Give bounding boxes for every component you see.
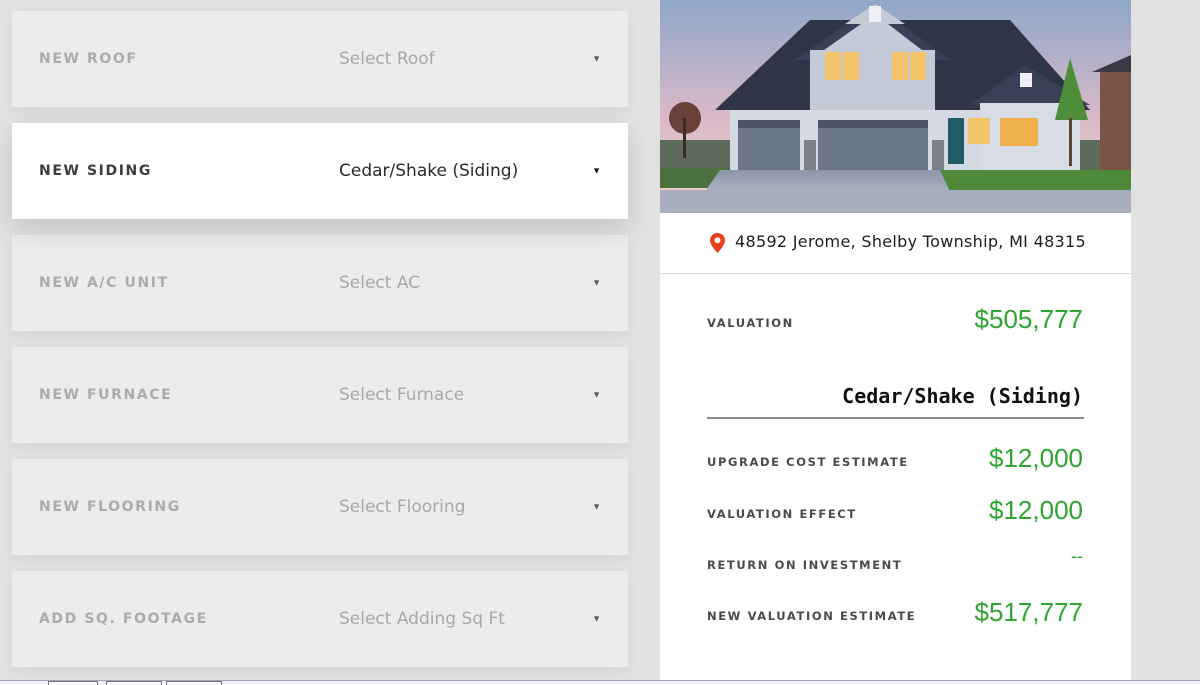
sq-footage-select[interactable]: Select Adding Sq Ft ▼ xyxy=(339,604,601,634)
upgrade-row-roof: NEW ROOF Select Roof ▼ xyxy=(12,11,628,107)
upgrade-label: ADD SQ. FOOTAGE xyxy=(39,611,208,627)
select-value: Select AC xyxy=(339,273,421,293)
upgrade-row-furnace: NEW FURNACE Select Furnace ▼ xyxy=(12,347,628,443)
caret-down-icon: ▼ xyxy=(592,501,601,512)
select-value: Select Roof xyxy=(339,49,435,69)
new-valuation-label: NEW VALUATION ESTIMATE xyxy=(707,609,917,623)
upgrade-label: NEW FURNACE xyxy=(39,387,173,403)
house-photo xyxy=(660,0,1131,213)
siding-select[interactable]: Cedar/Shake (Siding) ▼ xyxy=(339,156,601,186)
caret-down-icon: ▼ xyxy=(592,613,601,624)
caret-down-icon: ▼ xyxy=(592,389,601,400)
upgrade-cost-label: UPGRADE COST ESTIMATE xyxy=(707,455,909,469)
selected-upgrade-title: Cedar/Shake (Siding) xyxy=(842,384,1083,408)
upgrade-row-siding: NEW SIDING Cedar/Shake (Siding) ▼ xyxy=(12,123,628,219)
roi-label: RETURN ON INVESTMENT xyxy=(707,558,903,572)
upgrade-row-flooring: NEW FLOORING Select Flooring ▼ xyxy=(12,459,628,555)
bottom-tab xyxy=(106,681,162,685)
bottom-tab xyxy=(48,681,98,685)
caret-down-icon: ▼ xyxy=(592,165,601,176)
flooring-select[interactable]: Select Flooring ▼ xyxy=(339,492,601,522)
furnace-select[interactable]: Select Furnace ▼ xyxy=(339,380,601,410)
upgrade-label: NEW SIDING xyxy=(39,163,152,179)
ac-select[interactable]: Select AC ▼ xyxy=(339,268,601,298)
valuation-label: VALUATION xyxy=(707,316,794,330)
property-card: 48592 Jerome, Shelby Township, MI 48315 … xyxy=(660,0,1131,685)
select-value: Select Flooring xyxy=(339,497,466,517)
upgrade-selector-list: NEW ROOF Select Roof ▼ NEW SIDING Cedar/… xyxy=(12,0,628,685)
caret-down-icon: ▼ xyxy=(592,277,601,288)
upgrade-label: NEW ROOF xyxy=(39,51,138,67)
new-valuation-value: $517,777 xyxy=(974,597,1083,627)
upgrade-label: NEW A/C UNIT xyxy=(39,275,169,291)
upgrade-row-sq-footage: ADD SQ. FOOTAGE Select Adding Sq Ft ▼ xyxy=(12,571,628,667)
caret-down-icon: ▼ xyxy=(592,53,601,64)
select-value: Select Furnace xyxy=(339,385,465,405)
valuation-effect-label: VALUATION EFFECT xyxy=(707,507,857,521)
valuation-value: $505,777 xyxy=(974,304,1083,334)
select-value: Cedar/Shake (Siding) xyxy=(339,161,519,181)
select-value: Select Adding Sq Ft xyxy=(339,609,505,629)
bottom-tab xyxy=(166,681,222,685)
upgrade-cost-value: $12,000 xyxy=(989,443,1083,473)
upgrade-label: NEW FLOORING xyxy=(39,499,181,515)
valuation-effect-value: $12,000 xyxy=(989,495,1083,525)
map-pin-icon xyxy=(710,233,725,253)
roi-value: -- xyxy=(1071,546,1083,566)
property-address: 48592 Jerome, Shelby Township, MI 48315 xyxy=(660,213,1131,274)
upgrade-row-ac: NEW A/C UNIT Select AC ▼ xyxy=(12,235,628,331)
roof-select[interactable]: Select Roof ▼ xyxy=(339,44,601,74)
title-divider xyxy=(707,417,1084,419)
address-text: 48592 Jerome, Shelby Township, MI 48315 xyxy=(735,232,1086,251)
